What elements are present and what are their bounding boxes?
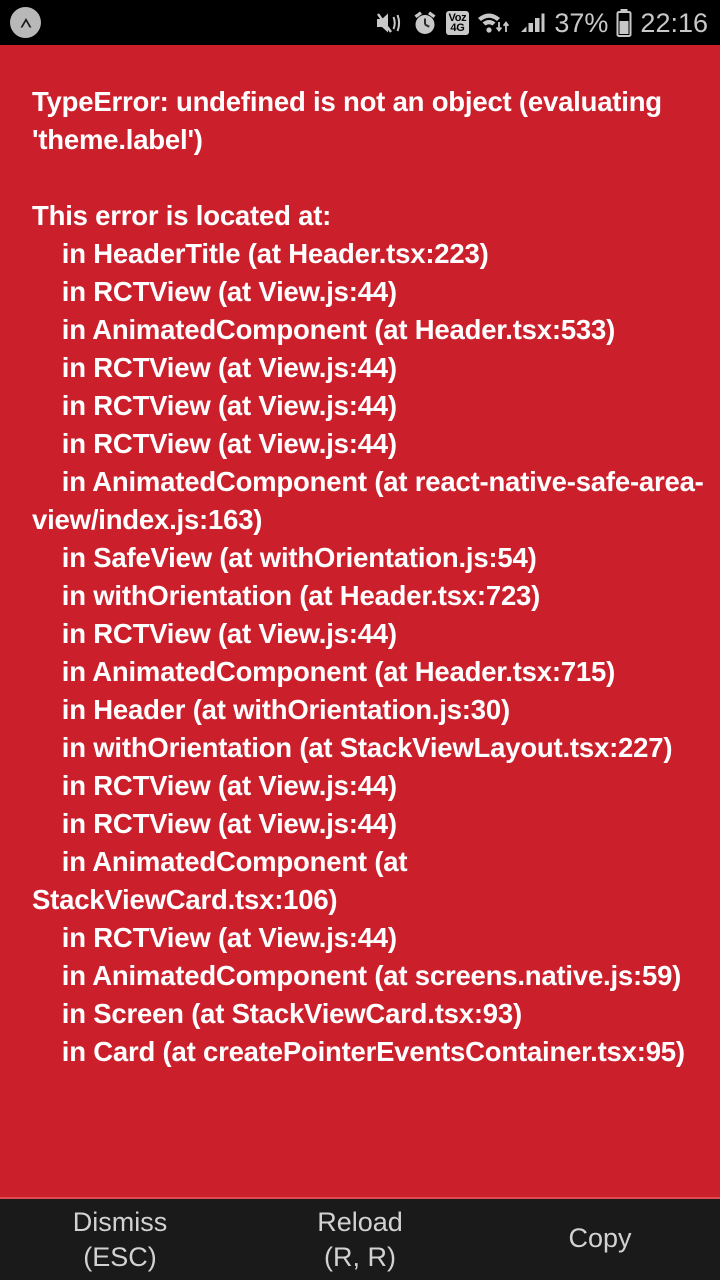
alarm-clock-icon: [411, 9, 439, 37]
redbox-action-bar: Dismiss (ESC) Reload (R, R) Copy: [0, 1197, 720, 1280]
copy-button[interactable]: Copy: [480, 1199, 720, 1280]
dismiss-button[interactable]: Dismiss (ESC): [0, 1199, 240, 1280]
expo-caret-circle-icon: [10, 7, 41, 38]
redbox-error-screen: Voz 4G 37% 22:16 TypeError: undefined is…: [0, 0, 720, 1280]
voz-4g-line1: Voz: [448, 11, 467, 24]
status-bar-left: [10, 7, 41, 38]
status-bar: Voz 4G 37% 22:16: [0, 0, 720, 45]
battery-percent-label: 37%: [554, 7, 609, 38]
status-bar-right: Voz 4G 37% 22:16: [374, 8, 708, 38]
reload-button-label: Reload: [317, 1206, 403, 1237]
dismiss-button-label: Dismiss: [72, 1206, 168, 1237]
wifi-data-transfer-icon: [476, 9, 512, 37]
dismiss-button-shortcut: (ESC): [83, 1241, 157, 1272]
clock-label: 22:16: [640, 7, 708, 38]
cellular-signal-icon: [519, 9, 547, 37]
mute-vibrate-icon: [374, 9, 404, 37]
battery-icon: [615, 8, 633, 38]
voz-4g-icon: Voz 4G: [445, 10, 470, 35]
error-message-scroll-area[interactable]: TypeError: undefined is not an object (e…: [0, 45, 720, 1197]
reload-button[interactable]: Reload (R, R): [240, 1199, 480, 1280]
error-text-block: TypeError: undefined is not an object (e…: [32, 86, 704, 1067]
reload-button-shortcut: (R, R): [324, 1241, 396, 1272]
voz-4g-line2: 4G: [450, 21, 465, 34]
copy-button-label: Copy: [568, 1223, 632, 1253]
